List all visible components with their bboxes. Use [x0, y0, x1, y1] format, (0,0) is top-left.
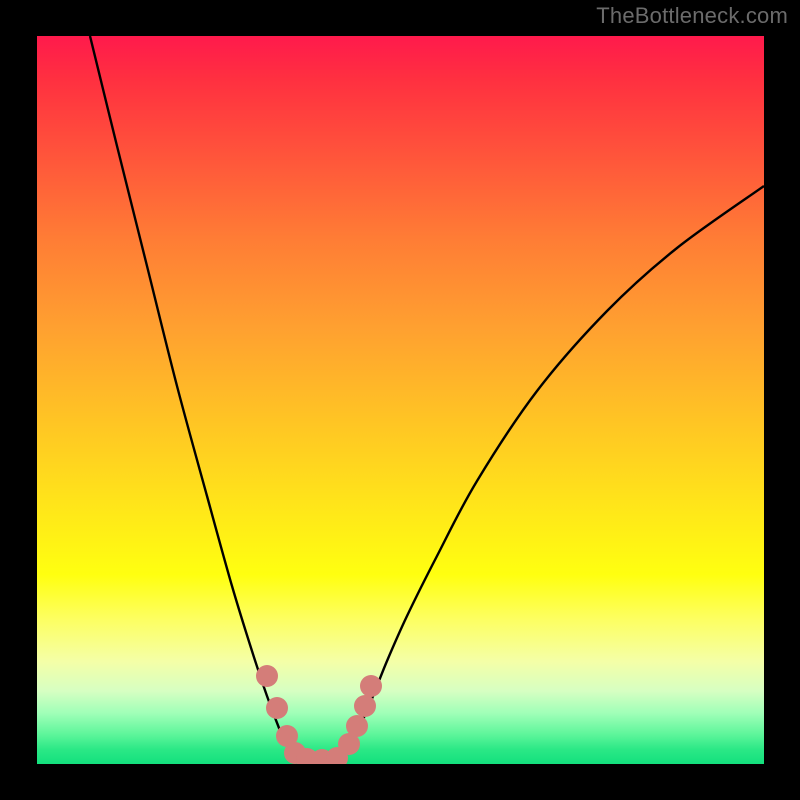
highlight-dot — [360, 675, 382, 697]
watermark-text: TheBottleneck.com — [596, 3, 788, 29]
highlight-dot — [354, 695, 376, 717]
highlight-dot — [256, 665, 278, 687]
bottleneck-curve — [90, 36, 764, 763]
highlight-dot — [266, 697, 288, 719]
curve-svg — [37, 36, 764, 764]
plot-area — [37, 36, 764, 764]
highlight-dot — [346, 715, 368, 737]
highlight-band — [256, 665, 382, 764]
chart-frame: TheBottleneck.com — [0, 0, 800, 800]
